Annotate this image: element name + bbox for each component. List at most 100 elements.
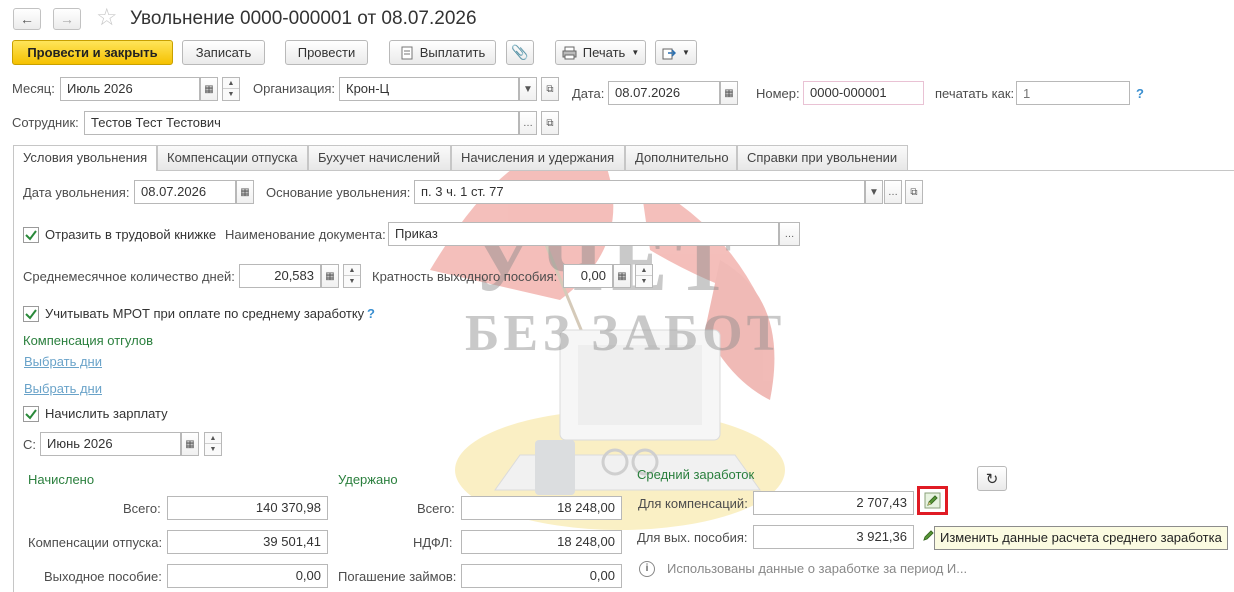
doc-name-field[interactable]: Приказ <box>388 222 779 246</box>
chevron-down-icon[interactable]: ▼ <box>519 77 537 101</box>
severance-field[interactable]: 0,00 <box>167 564 328 588</box>
printer-icon <box>562 46 577 59</box>
avg-comp-field[interactable]: 2 707,43 <box>753 491 914 515</box>
avg-severance-field[interactable]: 3 921,36 <box>753 525 914 549</box>
chevron-down-icon[interactable]: ▼ <box>865 180 883 204</box>
reflect-label: Отразить в трудовой книжке <box>45 227 217 242</box>
more-icon[interactable]: … <box>884 180 902 204</box>
from-month-spinner[interactable]: ▲ ▼ <box>204 432 222 456</box>
open-icon[interactable]: ⧉ <box>541 77 559 101</box>
salary-checkbox[interactable] <box>23 406 39 422</box>
date-field[interactable]: 08.07.2026 <box>608 81 720 105</box>
page-title: Увольнение 0000-000001 от 08.07.2026 <box>130 8 477 29</box>
star-icon[interactable]: ☆ <box>96 4 118 32</box>
ndfl-label: НДФЛ: <box>413 535 453 550</box>
calendar-icon[interactable]: ▦ <box>720 81 738 105</box>
month-spinner[interactable]: ▲ ▼ <box>222 77 240 101</box>
tab-vacation-compensation[interactable]: Компенсации отпуска <box>157 145 308 170</box>
checkmark-icon <box>25 309 37 320</box>
back-button[interactable]: ← <box>13 8 41 30</box>
tab-panel-border <box>13 170 1234 171</box>
reason-field[interactable]: п. 3 ч. 1 ст. 77 <box>414 180 865 204</box>
chevron-down-icon: ▼ <box>631 48 640 57</box>
print-label: Печать <box>582 45 626 60</box>
post-button[interactable]: Провести <box>285 40 368 65</box>
more-actions-button[interactable]: ▼ <box>655 40 697 65</box>
avg-days-spinner[interactable]: ▲ ▼ <box>343 264 361 288</box>
number-field[interactable]: 0000-000001 <box>803 81 924 105</box>
open-icon[interactable]: ⧉ <box>541 111 559 135</box>
help-icon[interactable]: ? <box>1136 86 1144 102</box>
reason-label: Основание увольнения: <box>266 185 411 200</box>
attachment-button[interactable]: 📎 <box>506 40 534 65</box>
vacation-comp-field[interactable]: 39 501,41 <box>167 530 328 554</box>
forward-button[interactable]: → <box>53 8 81 30</box>
multiplicity-spinner[interactable]: ▲ ▼ <box>635 264 653 288</box>
tab-dismissal-certificates[interactable]: Справки при увольнении <box>737 145 908 170</box>
calculator-icon[interactable]: ▦ <box>613 264 631 288</box>
employee-label: Сотрудник: <box>12 115 79 130</box>
reflect-checkbox[interactable] <box>23 227 39 243</box>
edit-average-button[interactable] <box>917 486 948 515</box>
mrot-label: Учитывать МРОТ при оплате по среднему за… <box>45 306 365 321</box>
paperclip-icon: 📎 <box>511 44 529 60</box>
accrued-total-field[interactable]: 140 370,98 <box>167 496 328 520</box>
arrow-left-icon: ← <box>20 11 34 27</box>
tab-additional[interactable]: Дополнительно <box>625 145 737 170</box>
calculator-icon[interactable]: ▦ <box>321 264 339 288</box>
pay-label: Выплатить <box>419 45 486 60</box>
accrued-total-label: Всего: <box>123 501 161 516</box>
open-icon[interactable]: ⧉ <box>905 180 923 204</box>
mrot-checkbox[interactable] <box>23 306 39 322</box>
organization-label: Организация: <box>253 81 336 96</box>
checkmark-icon <box>25 230 37 241</box>
save-button[interactable]: Записать <box>182 40 265 65</box>
pay-button[interactable]: Выплатить <box>389 40 496 65</box>
severance-label: Выходное пособие: <box>44 569 162 584</box>
multiplicity-label: Кратность выходного пособия: <box>372 269 558 284</box>
avg-days-label: Среднемесячное количество дней: <box>23 269 235 284</box>
salary-label: Начислить зарплату <box>45 406 168 421</box>
loans-field[interactable]: 0,00 <box>461 564 622 588</box>
more-icon[interactable]: … <box>519 111 537 135</box>
calendar-icon[interactable]: ▦ <box>200 77 218 101</box>
comp-days-off-heading: Компенсация отгулов <box>23 333 153 348</box>
more-icon[interactable]: … <box>779 222 800 246</box>
print-as-label: печатать как: <box>935 86 1015 101</box>
avg-days-field[interactable]: 20,583 <box>239 264 321 288</box>
ndfl-field[interactable]: 18 248,00 <box>461 530 622 554</box>
average-heading: Средний заработок <box>637 467 755 482</box>
edit-average-tooltip: Изменить данные расчета среднего заработ… <box>934 526 1228 550</box>
tab-panel-left-border <box>13 170 14 592</box>
doc-name-label: Наименование документа: <box>225 227 386 242</box>
tab-accruals-deductions[interactable]: Начисления и удержания <box>451 145 625 170</box>
earnings-period-info[interactable]: Использованы данные о заработке за перио… <box>667 561 967 577</box>
help-icon[interactable]: ? <box>367 306 375 322</box>
loans-label: Погашение займов: <box>338 569 457 584</box>
dismissal-date-field[interactable]: 08.07.2026 <box>134 180 236 204</box>
post-and-close-button[interactable]: Провести и закрыть <box>12 40 173 65</box>
calendar-icon[interactable]: ▦ <box>236 180 254 204</box>
organization-field[interactable]: Крон-Ц <box>339 77 519 101</box>
multiplicity-field[interactable]: 0,00 <box>563 264 613 288</box>
print-as-field[interactable] <box>1016 81 1130 105</box>
tab-dismissal-conditions[interactable]: Условия увольнения <box>13 145 157 171</box>
choose-days-link-2[interactable]: Выбрать дни <box>24 381 102 397</box>
refresh-button[interactable]: ↻ <box>977 466 1007 491</box>
refresh-icon: ↻ <box>985 470 999 488</box>
month-field[interactable]: Июль 2026 <box>60 77 200 101</box>
date-label: Дата: <box>572 86 605 101</box>
calendar-icon[interactable]: ▦ <box>181 432 199 456</box>
tab-accrual-accounting[interactable]: Бухучет начислений <box>308 145 451 170</box>
withheld-total-label: Всего: <box>417 501 455 516</box>
from-month-field[interactable]: Июнь 2026 <box>40 432 181 456</box>
vacation-comp-label: Компенсации отпуска: <box>28 535 163 550</box>
choose-days-link[interactable]: Выбрать дни <box>24 354 102 370</box>
print-button[interactable]: Печать ▼ <box>555 40 646 65</box>
withheld-total-field[interactable]: 18 248,00 <box>461 496 622 520</box>
pencil-icon <box>924 492 941 509</box>
employee-field[interactable]: Тестов Тест Тестович <box>84 111 519 135</box>
avg-comp-label: Для компенсаций: <box>638 496 748 511</box>
from-label: С: <box>23 437 36 452</box>
watermark-line2: БЕЗ ЗАБОТ <box>465 305 785 362</box>
